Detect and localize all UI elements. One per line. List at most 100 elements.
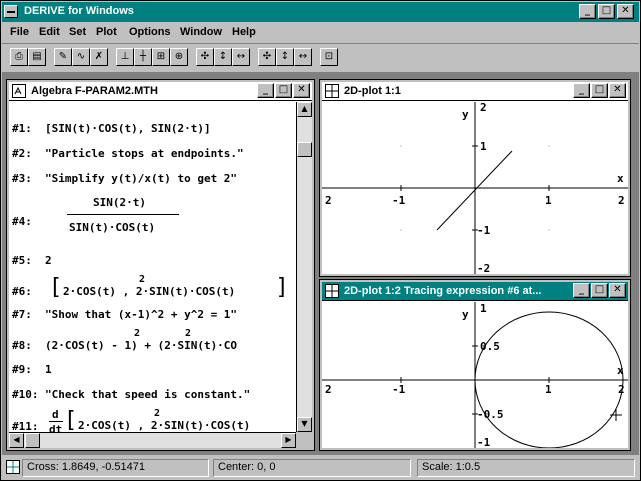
y-tick-label: 1 bbox=[480, 302, 487, 315]
app-title-bar[interactable]: DERIVE for Windows _ □ ✕ bbox=[2, 2, 639, 22]
plot-icon[interactable]: ⊥ bbox=[116, 48, 134, 66]
close-icon[interactable]: ✕ bbox=[293, 83, 310, 98]
minimize-icon[interactable]: _ bbox=[573, 83, 590, 98]
scroll-down-icon[interactable]: ▼ bbox=[297, 417, 312, 432]
status-cross-coordinates: Cross: 1.8649, -0.51471 bbox=[22, 459, 209, 477]
overlay-icon[interactable]: ⊡ bbox=[320, 48, 338, 66]
x-axis-label: x bbox=[617, 172, 624, 185]
y-tick-label: -2 bbox=[477, 262, 490, 274]
plot-window-icon bbox=[6, 460, 20, 474]
fraction-bar bbox=[67, 214, 179, 215]
system-menu-icon[interactable] bbox=[4, 5, 18, 18]
y-tick-label: -0.5 bbox=[477, 408, 504, 421]
close-icon[interactable]: ✕ bbox=[609, 283, 626, 298]
expression-text: 2 bbox=[45, 254, 52, 267]
expression-row[interactable]: #8: (2·COS(t) - 1) + (2·SIN(t)·CO 2 2 bbox=[12, 328, 296, 354]
expression-number: #9: bbox=[12, 363, 32, 376]
center-icon[interactable]: ✣ bbox=[258, 48, 276, 66]
scroll-up-icon[interactable]: ▲ bbox=[297, 102, 312, 117]
algebra-title-bar[interactable]: Algebra F-PARAM2.MTH _ □ ✕ bbox=[9, 82, 312, 101]
status-center: Center: 0, 0 bbox=[213, 459, 411, 477]
bracket-left: [ bbox=[52, 275, 61, 300]
scroll-left-icon[interactable]: ◀ bbox=[9, 433, 24, 448]
print-preview-icon[interactable]: ▤ bbox=[28, 48, 46, 66]
y-tick-label: 0.5 bbox=[480, 340, 500, 353]
expression-row[interactable]: #4: SIN(2·t) SIN(t)·COS(t) bbox=[12, 196, 292, 246]
superscript: 2 bbox=[185, 328, 192, 339]
maximize-icon[interactable]: □ bbox=[598, 4, 615, 19]
y-tick-label: 1 bbox=[480, 140, 487, 153]
expression-number: #6: bbox=[12, 285, 32, 298]
menu-edit[interactable]: Edit bbox=[39, 26, 60, 38]
approximate-icon[interactable]: ✗ bbox=[90, 48, 108, 66]
simplify-icon[interactable]: ∿ bbox=[72, 48, 90, 66]
expression-row[interactable]: #6: [ 2·COS(t) , 2·SIN(t)·COS(t) 2 ] bbox=[12, 274, 296, 302]
maximize-icon[interactable]: □ bbox=[591, 283, 608, 298]
maximize-icon[interactable]: □ bbox=[275, 83, 292, 98]
x-tick-label: 1 bbox=[545, 383, 552, 396]
derivative-bar bbox=[49, 421, 63, 422]
scroll-right-icon[interactable]: ▶ bbox=[281, 433, 296, 448]
scroll-corner bbox=[296, 432, 312, 448]
superscript: 2 bbox=[134, 328, 141, 339]
menu-options[interactable]: Options bbox=[129, 26, 171, 38]
menu-file[interactable]: File bbox=[10, 26, 29, 38]
expression-text: "Show that (x-1)^2 + y^2 = 1" bbox=[45, 308, 238, 321]
trace-cursor-icon bbox=[610, 409, 622, 421]
print-icon[interactable]: ⎙ bbox=[10, 48, 28, 66]
expression-number: #1: bbox=[12, 122, 32, 135]
plot2-canvas[interactable]: 2 -1 1 2 1 0.5 -0.5 -1 x y bbox=[322, 302, 628, 448]
solve-icon[interactable]: ┼ bbox=[134, 48, 152, 66]
toolbar: ⎙ ▤ ✎ ∿ ✗ ⊥ ┼ ⊞ ⊕ ✣ ↕ ↔ ✣ ↕ ↔ ⊡ bbox=[2, 43, 639, 71]
menu-help[interactable]: Help bbox=[232, 26, 256, 38]
expression-row[interactable]: #11: d dt [ 2·COS(t) , 2·SIN(t)·COS(t) 2 bbox=[12, 408, 296, 432]
bracket-left: [ bbox=[67, 408, 76, 432]
expression-number: #5: bbox=[12, 254, 32, 267]
menu-bar: File Edit Set Plot Options Window Help bbox=[2, 23, 639, 42]
expression-number: #8: bbox=[12, 339, 32, 352]
expression-number: #7: bbox=[12, 308, 32, 321]
scroll-thumb[interactable] bbox=[297, 142, 312, 157]
trace-icon[interactable]: ↔ bbox=[294, 48, 312, 66]
close-icon[interactable]: ✕ bbox=[617, 4, 634, 19]
algebra-window[interactable]: Algebra F-PARAM2.MTH _ □ ✕ #1: [SIN(t)·C… bbox=[6, 79, 315, 451]
scale-x-icon[interactable]: ↔ bbox=[232, 48, 250, 66]
algebra-vertical-scrollbar[interactable]: ▲ ▼ bbox=[296, 102, 312, 432]
minimize-icon[interactable]: _ bbox=[257, 83, 274, 98]
expression-number: #3: bbox=[12, 172, 32, 185]
minimize-icon[interactable]: _ bbox=[579, 4, 596, 19]
zoom-out-icon[interactable]: ⊕ bbox=[170, 48, 188, 66]
plot-window-1[interactable]: 2D-plot 1:1 _ □ ✕ 2 -1 1 2 2 1 -1 -2 x y bbox=[319, 79, 631, 277]
derivative-numerator: d bbox=[52, 408, 59, 421]
scroll-thumb[interactable] bbox=[25, 433, 40, 448]
algebra-window-title: Algebra F-PARAM2.MTH bbox=[31, 85, 158, 97]
minimize-icon[interactable]: _ bbox=[573, 283, 590, 298]
plot1-canvas[interactable]: 2 -1 1 2 2 1 -1 -2 x y bbox=[322, 102, 628, 274]
close-icon[interactable]: ✕ bbox=[609, 83, 626, 98]
zoom-in-icon[interactable]: ⊞ bbox=[152, 48, 170, 66]
expression-number: #11: bbox=[12, 420, 39, 432]
zoom-box-icon[interactable]: ✣ bbox=[196, 48, 214, 66]
menu-set[interactable]: Set bbox=[69, 26, 86, 38]
status-scale: Scale: 1:0.5 bbox=[417, 459, 635, 477]
plot-window-2[interactable]: 2D-plot 1:2 Tracing expression #6 at... … bbox=[319, 279, 631, 451]
plot2-svg: 2 -1 1 2 1 0.5 -0.5 -1 x y bbox=[322, 302, 628, 448]
plot2-title-bar[interactable]: 2D-plot 1:2 Tracing expression #6 at... … bbox=[322, 282, 628, 301]
expression-text: "Particle stops at endpoints." bbox=[45, 147, 244, 160]
expression-text: 2·COS(t) , 2·SIN(t)·COS(t) bbox=[78, 419, 251, 432]
algebra-expression-list[interactable]: #1: [SIN(t)·COS(t), SIN(2·t)] #2: "Parti… bbox=[9, 102, 296, 432]
expression-number: #2: bbox=[12, 147, 32, 160]
x-axis-label: x bbox=[617, 364, 624, 377]
menu-window[interactable]: Window bbox=[180, 26, 222, 38]
menu-plot[interactable]: Plot bbox=[96, 26, 117, 38]
scale-y-icon[interactable]: ↕ bbox=[276, 48, 294, 66]
plot1-title-bar[interactable]: 2D-plot 1:1 _ □ ✕ bbox=[322, 82, 628, 101]
expression-number: #4: bbox=[12, 215, 32, 228]
maximize-icon[interactable]: □ bbox=[591, 83, 608, 98]
algebra-horizontal-scrollbar[interactable]: ◀ ▶ bbox=[9, 432, 296, 448]
pan-icon[interactable]: ↕ bbox=[214, 48, 232, 66]
plot1-svg: 2 -1 1 2 2 1 -1 -2 x y bbox=[322, 102, 628, 274]
superscript: 2 bbox=[139, 274, 146, 285]
author-icon[interactable]: ✎ bbox=[54, 48, 72, 66]
plot-window-icon bbox=[325, 84, 339, 98]
